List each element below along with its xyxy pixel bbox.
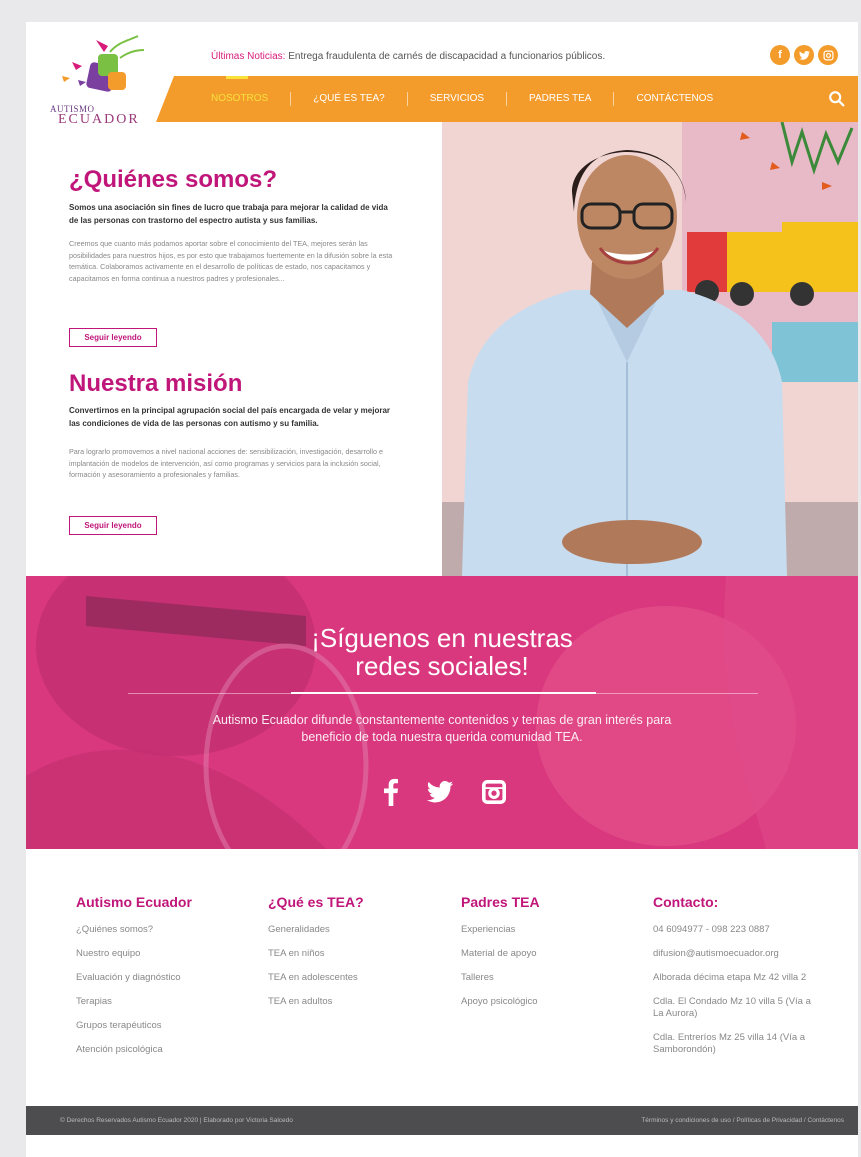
nav-item-nosotros[interactable]: NOSOTROS	[186, 76, 290, 106]
nav-item-contactenos[interactable]: CONTÁCTENOS	[613, 92, 735, 106]
main-nav: NOSOTROS ¿QUÉ ES TEA? SERVICIOS PADRES T…	[186, 76, 735, 122]
news-ticker[interactable]: Últimas Noticias: Entrega fraudulenta de…	[211, 51, 605, 62]
footer-link[interactable]: ¿Quiénes somos?	[76, 924, 256, 936]
mission-body: Para lograrlo promovemos a nivel naciona…	[69, 447, 384, 479]
header-social-icons: f	[770, 45, 838, 65]
team-member-photo	[442, 122, 858, 576]
contact-address: Cdla. Entreríos Mz 25 villa 14 (Vía a Sa…	[653, 1032, 806, 1055]
copyright-text: © Derechos Reservados Autismo Ecuador 20…	[60, 1117, 293, 1124]
footer-link[interactable]: Atención psicológica	[76, 1044, 256, 1056]
legal-links[interactable]: Términos y condiciones de uso / Política…	[641, 1117, 844, 1124]
nav-item-que-es-tea[interactable]: ¿QUÉ ES TEA?	[290, 92, 407, 106]
page: AUTISMO ECUADOR Últimas Noticias: Entreg…	[26, 22, 858, 1157]
footer-link[interactable]: Apoyo psicológico	[461, 996, 641, 1008]
about-lead: Somos una asociación sin fines de lucro …	[69, 203, 388, 225]
footer-link[interactable]: TEA en adolescentes	[268, 972, 448, 984]
site-logo[interactable]: AUTISMO ECUADOR	[48, 32, 148, 127]
banner-divider	[291, 692, 596, 694]
about-title: ¿Quiénes somos?	[69, 166, 278, 193]
footer-link[interactable]: Grupos terapéuticos	[76, 1020, 256, 1032]
logo-graphic	[62, 35, 145, 92]
footer-link[interactable]: Terapias	[76, 996, 256, 1008]
copyright-bar: © Derechos Reservados Autismo Ecuador 20…	[26, 1106, 858, 1135]
about-body: Creemos que cuanto más podamos aportar s…	[69, 239, 393, 283]
banner-text: Autismo Ecuador difunde constantemente c…	[212, 713, 672, 744]
footer-col-title: Contacto:	[653, 894, 719, 910]
footer-link[interactable]: TEA en niños	[268, 948, 448, 960]
footer-link[interactable]: Experiencias	[461, 924, 641, 936]
footer-col-contacto: Contacto: 04 6094977 - 098 223 0887 difu…	[653, 894, 813, 1068]
mission-lead: Convertirnos en la principal agrupación …	[69, 406, 391, 428]
about-section: ¿Quiénes somos? Somos una asociación sin…	[26, 122, 442, 576]
facebook-icon[interactable]	[384, 778, 398, 806]
about-read-more-button[interactable]: Seguir leyendo	[69, 328, 157, 347]
footer-col-title[interactable]: ¿Qué es TEA?	[268, 894, 448, 910]
mission-title: Nuestra misión	[69, 370, 243, 397]
banner-social-icons	[384, 778, 506, 806]
contact-address: Cdla. El Condado Mz 10 villa 5 (Vía a La…	[653, 996, 811, 1019]
footer-link[interactable]: Generalidades	[268, 924, 448, 936]
banner-title-line2: redes sociales!	[355, 651, 529, 681]
footer-link[interactable]: Evaluación y diagnóstico	[76, 972, 256, 984]
footer-link[interactable]: Material de apoyo	[461, 948, 641, 960]
contact-email[interactable]: difusion@autismoecuador.org	[653, 948, 813, 960]
mission-read-more-button[interactable]: Seguir leyendo	[69, 516, 157, 535]
footer-link[interactable]: Nuestro equipo	[76, 948, 256, 960]
twitter-icon[interactable]	[794, 45, 814, 65]
instagram-icon[interactable]	[818, 45, 838, 65]
contact-address: Alborada décima etapa Mz 42 villa 2	[653, 972, 807, 983]
footer-col-title[interactable]: Autismo Ecuador	[76, 894, 256, 910]
social-media-banner: ¡Síguenos en nuestras redes sociales! Au…	[26, 576, 858, 849]
search-icon[interactable]	[828, 90, 846, 108]
facebook-icon[interactable]: f	[770, 45, 790, 65]
news-label: Últimas Noticias:	[211, 51, 286, 62]
banner-title-line1: ¡Síguenos en nuestras	[311, 623, 573, 653]
footer-col-que-es-tea: ¿Qué es TEA? Generalidades TEA en niños …	[268, 894, 448, 1020]
news-headline[interactable]: Entrega fraudulenta de carnés de discapa…	[288, 51, 605, 62]
instagram-icon[interactable]	[482, 780, 506, 804]
footer-col-title[interactable]: Padres TEA	[461, 894, 641, 910]
twitter-icon[interactable]	[426, 781, 454, 803]
footer-col-padres-tea: Padres TEA Experiencias Material de apoy…	[461, 894, 641, 1020]
nav-item-padres-tea[interactable]: PADRES TEA	[506, 92, 613, 106]
banner-title: ¡Síguenos en nuestras redes sociales!	[26, 624, 858, 680]
footer-col-autismo-ecuador: Autismo Ecuador ¿Quiénes somos? Nuestro …	[76, 894, 256, 1068]
footer-link[interactable]: TEA en adultos	[268, 996, 448, 1008]
nav-item-servicios[interactable]: SERVICIOS	[406, 92, 506, 106]
contact-phone[interactable]: 04 6094977 - 098 223 0887	[653, 924, 813, 936]
footer-link[interactable]: Talleres	[461, 972, 641, 984]
